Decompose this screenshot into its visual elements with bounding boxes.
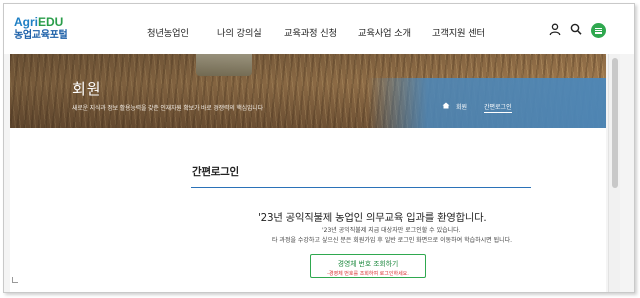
- lookup-button-label: 경영체 번호 조회하기: [337, 260, 399, 268]
- lookup-button-note: -경영체 번호를 조회하여 로그인하세요.: [327, 271, 409, 277]
- logo-brand-agri: Agri: [14, 15, 38, 29]
- nav-item-program-intro[interactable]: 교육사업 소개: [358, 25, 411, 39]
- page-scrollbar[interactable]: [608, 54, 620, 292]
- page-description: 새로운 지식과 정보 활용능력을 갖춘 인재자원 확보가 바로 경쟁력의 핵심입…: [72, 105, 263, 112]
- login-section-title: 간편로그인: [192, 166, 239, 178]
- logo-subtitle: 농업교육포털: [14, 30, 68, 41]
- frame-corner-mark: [12, 277, 18, 283]
- nav-item-course-apply[interactable]: 교육과정 신청: [284, 25, 337, 39]
- user-icon[interactable]: [549, 23, 561, 36]
- scrollbar-thumb[interactable]: [612, 58, 618, 188]
- section-divider: [191, 187, 531, 188]
- site-logo[interactable]: AgriEDU 농업교육포털: [14, 16, 68, 41]
- general-login-notice: 타 과정을 수강하고 싶으신 분은 회원가입 후 일반 로그인 화면으로 이동하…: [272, 237, 513, 244]
- nav-item-youth-farmer[interactable]: 청년농업인: [147, 25, 189, 39]
- business-number-lookup-button[interactable]: 경영체 번호 조회하기 -경영체 번호를 조회하여 로그인하세요.: [310, 254, 426, 278]
- eligibility-notice: '23년 공익직불제 지급 대상자만 로그인할 수 있습니다.: [322, 227, 461, 234]
- browser-window: AgriEDU 농업교육포털 청년농업인 나의 강의실 교육과정 신청 교육사업…: [3, 3, 635, 293]
- nav-item-my-classroom[interactable]: 나의 강의실: [217, 25, 262, 39]
- logo-brand: AgriEDU: [14, 16, 67, 28]
- breadcrumb-item-member[interactable]: 회원: [456, 102, 467, 111]
- logo-brand-edu: EDU: [38, 15, 64, 29]
- page-title: 회원: [72, 80, 102, 98]
- search-icon[interactable]: [570, 23, 582, 36]
- nav-item-support-center[interactable]: 고객지원 센터: [432, 25, 485, 39]
- breadcrumb-item-easy-login[interactable]: 간편로그인: [484, 102, 512, 111]
- welcome-message: '23년 공익직불제 농업인 의무교육 입과를 환영합니다.: [258, 212, 487, 224]
- site-header: AgriEDU 농업교육포털 청년농업인 나의 강의실 교육과정 신청 교육사업…: [4, 4, 634, 54]
- home-icon[interactable]: [442, 102, 450, 111]
- page-visual-banner: 회원 새로운 지식과 정보 활용능력을 갖춘 인재자원 확보가 바로 경쟁력의 …: [10, 54, 606, 128]
- menu-icon[interactable]: [591, 23, 606, 38]
